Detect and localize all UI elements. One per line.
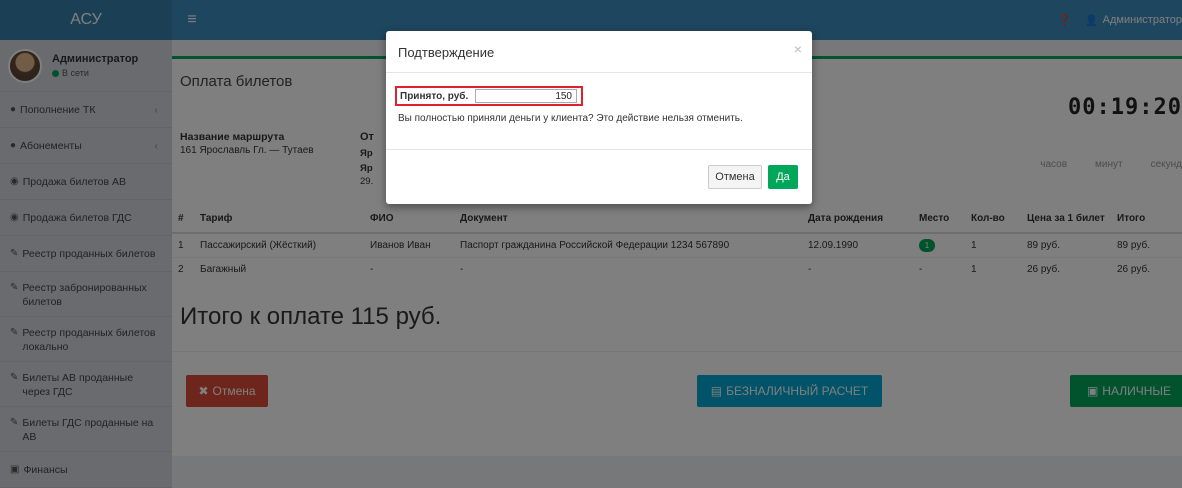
- modal-confirm-button[interactable]: Да: [768, 165, 798, 189]
- confirmation-message: Вы полностью приняли деньги у клиента? Э…: [398, 113, 743, 124]
- accepted-amount-label: Принято, руб.: [400, 90, 469, 102]
- accepted-amount-input[interactable]: [475, 89, 577, 103]
- modal-title: Подтверждение: [398, 45, 495, 60]
- close-icon[interactable]: ×: [794, 41, 802, 57]
- accepted-amount-field: Принято, руб.: [395, 86, 583, 106]
- modal-footer: Отмена Да: [386, 149, 812, 204]
- modal-header: Подтверждение ×: [386, 31, 812, 73]
- modal-cancel-button[interactable]: Отмена: [708, 165, 762, 189]
- confirmation-dialog: Подтверждение × Принято, руб. Вы полност…: [386, 31, 812, 204]
